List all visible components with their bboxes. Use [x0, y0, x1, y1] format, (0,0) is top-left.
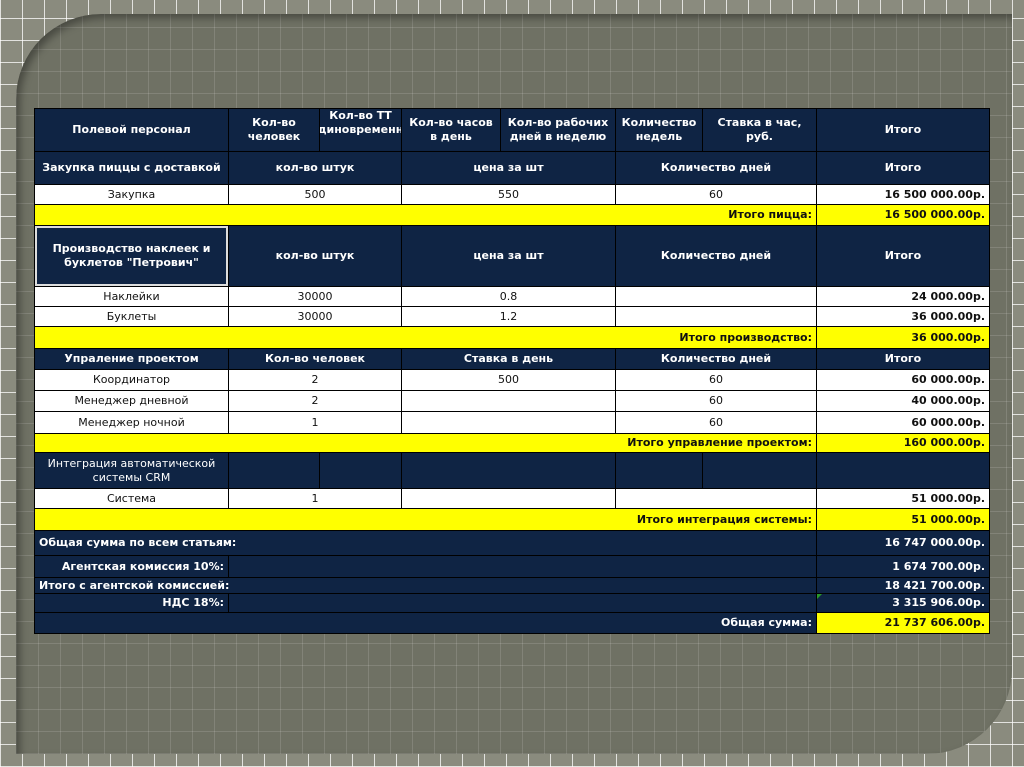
cell[interactable]: Наклейки [35, 287, 228, 306]
cell[interactable]: 30000 [229, 307, 401, 326]
vat-value[interactable]: 3 315 906.00р. [817, 594, 989, 612]
cell-total[interactable]: 40 000.00р. [817, 391, 989, 411]
cell[interactable] [402, 489, 615, 508]
cell[interactable]: 2 [229, 370, 401, 390]
cell-total[interactable]: 36 000.00р. [817, 307, 989, 326]
cell[interactable]: 60 [616, 185, 816, 204]
cell[interactable]: Координатор [35, 370, 228, 390]
pizza-col: цена за шт [402, 152, 615, 184]
cell[interactable]: 1 [229, 489, 401, 508]
grand-total-label: Общая сумма: [35, 613, 816, 633]
cell[interactable]: Менеджер ночной [35, 412, 228, 433]
cell-total[interactable]: 51 000.00р. [817, 489, 989, 508]
pizza-title: Закупка пиццы с доставкой [35, 152, 228, 184]
production-col: Количество дней [616, 226, 816, 286]
management-col: Кол-во человек [229, 349, 401, 369]
grand-total-value[interactable]: 21 737 606.00р. [817, 613, 989, 633]
subtotal-value[interactable]: 160 000.00р. [817, 434, 989, 452]
header-col: Итого [817, 109, 989, 151]
cell[interactable]: 60 [616, 370, 816, 390]
cell[interactable]: 60 [616, 391, 816, 411]
vat-label: НДС 18%: [35, 594, 228, 612]
header-col: Кол-во ТТ единовременно [320, 109, 401, 151]
budget-table: Полевой персонал Кол-во человек Кол-во Т… [34, 108, 990, 634]
pizza-col: Количество дней [616, 152, 816, 184]
header-col: Кол-во часов в день [402, 109, 500, 151]
cell[interactable] [616, 453, 702, 488]
cell[interactable]: 1 [229, 412, 401, 433]
comment-indicator-icon [817, 594, 822, 599]
management-col: Ставка в день [402, 349, 615, 369]
subtotal-label: Итого производство: [35, 327, 816, 348]
agency-value[interactable]: 1 674 700.00р. [817, 556, 989, 577]
with-agency-value[interactable]: 18 421 700.00р. [817, 578, 989, 593]
cell[interactable]: Система [35, 489, 228, 508]
management-col: Количество дней [616, 349, 816, 369]
with-agency-label: Итого с агентской комиссией: [35, 578, 816, 593]
agency-label: Агентская комиссия 10%: [35, 556, 228, 577]
cell[interactable]: 30000 [229, 287, 401, 306]
cell[interactable]: Менеджер дневной [35, 391, 228, 411]
cell[interactable]: 500 [229, 185, 401, 204]
cell[interactable] [616, 307, 816, 326]
production-col: Итого [817, 226, 989, 286]
header-col: Ставка в час, руб. [703, 109, 816, 151]
subtotal-value[interactable]: 16 500 000.00р. [817, 205, 989, 225]
header-col: Количество недель [616, 109, 702, 151]
cell[interactable] [616, 489, 816, 508]
cell[interactable]: 550 [402, 185, 615, 204]
pizza-col: Итого [817, 152, 989, 184]
cell[interactable]: 500 [402, 370, 615, 390]
header-col: Кол-во человек [229, 109, 319, 151]
subtotal-value[interactable]: 51 000.00р. [817, 509, 989, 530]
cell[interactable] [402, 391, 615, 411]
cell[interactable] [817, 453, 989, 488]
cell[interactable] [616, 287, 816, 306]
cell[interactable]: 60 [616, 412, 816, 433]
vat-value-text: 3 315 906.00р. [892, 596, 985, 609]
pizza-col: кол-во штук [229, 152, 401, 184]
management-title: Упраление проектом [35, 349, 228, 369]
production-col: цена за шт [402, 226, 615, 286]
header-title: Полевой персонал [35, 109, 228, 151]
total-all-value[interactable]: 16 747 000.00р. [817, 531, 989, 555]
subtotal-label: Итого пицца: [35, 205, 816, 225]
cell[interactable]: 1.2 [402, 307, 615, 326]
cell[interactable] [402, 453, 615, 488]
subtotal-label: Итого управление проектом: [35, 434, 816, 452]
total-all-label: Общая сумма по всем статьям: [35, 531, 816, 555]
cell-total[interactable]: 60 000.00р. [817, 370, 989, 390]
subtotal-label: Итого интеграция системы: [35, 509, 816, 530]
cell-total[interactable]: 60 000.00р. [817, 412, 989, 433]
production-col: кол-во штук [229, 226, 401, 286]
cell[interactable]: Закупка [35, 185, 228, 204]
header-col: Кол-во рабочих дней в неделю [501, 109, 615, 151]
cell[interactable] [320, 453, 401, 488]
management-col: Итого [817, 349, 989, 369]
production-title[interactable]: Производство наклеек и буклетов "Петрови… [35, 226, 228, 286]
cell[interactable] [703, 453, 816, 488]
crm-title: Интеграция автоматической системы CRM [35, 453, 228, 488]
cell-total[interactable]: 24 000.00р. [817, 287, 989, 306]
cell[interactable]: Буклеты [35, 307, 228, 326]
cell[interactable] [402, 412, 615, 433]
cell[interactable] [229, 453, 319, 488]
cell[interactable] [229, 556, 816, 577]
cell[interactable] [229, 594, 816, 612]
cell[interactable]: 0.8 [402, 287, 615, 306]
cell[interactable]: 2 [229, 391, 401, 411]
subtotal-value[interactable]: 36 000.00р. [817, 327, 989, 348]
cell-total[interactable]: 16 500 000.00р. [817, 185, 989, 204]
